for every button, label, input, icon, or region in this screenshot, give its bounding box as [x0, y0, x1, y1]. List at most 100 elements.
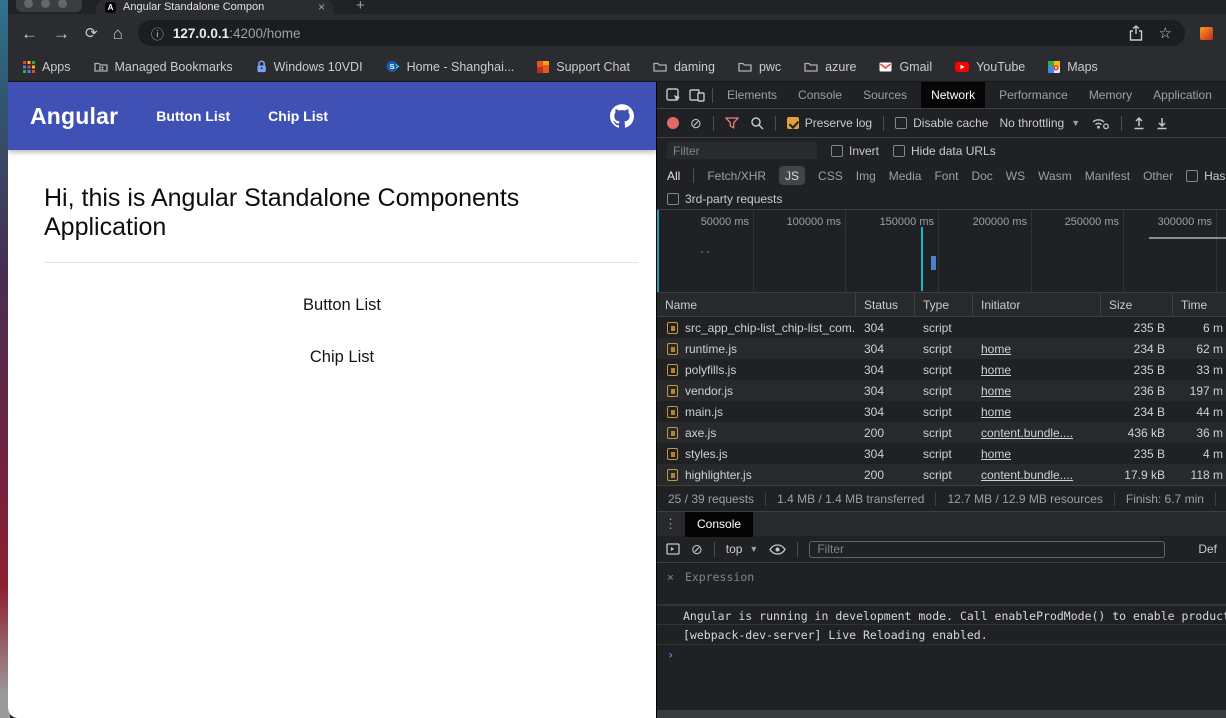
checkbox-icon[interactable]	[895, 117, 907, 129]
table-header[interactable]: Name Status Type Initiator Size Time	[657, 293, 1226, 317]
tab-elements[interactable]: Elements	[720, 82, 784, 108]
bookmark-maps[interactable]: Maps	[1048, 60, 1098, 74]
device-toolbar-icon[interactable]	[689, 88, 705, 102]
checkbox-icon[interactable]	[893, 145, 905, 157]
request-name[interactable]: src_app_chip-list_chip-list_com...	[657, 321, 856, 335]
expression-placeholder[interactable]: Expression	[685, 570, 754, 584]
request-initiator[interactable]: content.bundle....	[981, 426, 1073, 440]
request-name[interactable]: runtime.js	[657, 342, 856, 356]
type-filter-xhr[interactable]: Fetch/XHR	[707, 169, 766, 183]
export-har-icon[interactable]	[1156, 116, 1168, 130]
clear-icon[interactable]: ⊘	[690, 116, 702, 130]
network-filter-input[interactable]	[667, 142, 817, 159]
home-icon[interactable]: ⌂	[113, 25, 123, 42]
inspect-element-icon[interactable]	[666, 88, 682, 103]
network-timeline[interactable]: 50000 ms 100000 ms 150000 ms 200000 ms 2…	[657, 210, 1226, 293]
github-link[interactable]	[610, 104, 634, 128]
has-blocked-cookies-checkbox[interactable]: Has blocked c	[1186, 169, 1226, 183]
column-initiator[interactable]: Initiator	[973, 293, 1101, 316]
bookmark-folder-azure[interactable]: azure	[804, 60, 856, 74]
table-row[interactable]: runtime.js 304 script home 234 B 62 m	[657, 338, 1226, 359]
hide-data-urls-checkbox[interactable]: Hide data URLs	[893, 144, 996, 158]
console-sidebar-icon[interactable]	[666, 543, 680, 555]
bookmark-folder-pwc[interactable]: pwc	[738, 60, 781, 74]
bookmark-managed[interactable]: Managed Bookmarks	[94, 60, 233, 74]
minimize-window-button[interactable]	[41, 0, 50, 8]
drawer-tab-console[interactable]: Console	[685, 512, 753, 537]
request-initiator[interactable]: home	[981, 384, 1011, 398]
request-initiator[interactable]: home	[981, 447, 1011, 461]
invert-checkbox[interactable]: Invert	[831, 144, 879, 158]
table-row[interactable]: main.js 304 script home 234 B 44 m	[657, 401, 1226, 422]
checkbox-icon[interactable]	[667, 193, 679, 205]
browser-tab[interactable]: A Angular Standalone Compon ×	[96, 0, 334, 14]
type-filter-manifest[interactable]: Manifest	[1085, 169, 1130, 183]
network-conditions-icon[interactable]	[1091, 117, 1110, 130]
column-name[interactable]: Name	[657, 293, 856, 316]
tab-console[interactable]: Console	[791, 82, 849, 108]
bookmark-gmail[interactable]: Gmail	[879, 60, 932, 74]
request-initiator[interactable]: content.bundle....	[981, 468, 1073, 482]
record-icon[interactable]	[667, 117, 679, 129]
bookmark-support-chat[interactable]: Support Chat	[537, 60, 630, 74]
reload-icon[interactable]: ⟳	[85, 26, 98, 41]
site-info-icon[interactable]: ⓘ	[151, 24, 164, 43]
third-party-checkbox[interactable]: 3rd-party requests	[667, 192, 782, 206]
bookmark-home-sharepoint[interactable]: S Home - Shanghai...	[386, 60, 515, 74]
remove-expression-icon[interactable]: ×	[667, 570, 674, 584]
tab-memory[interactable]: Memory	[1082, 82, 1139, 108]
bookmark-youtube[interactable]: YouTube	[955, 60, 1025, 74]
request-name[interactable]: styles.js	[657, 447, 856, 461]
column-status[interactable]: Status	[856, 293, 915, 316]
context-select[interactable]: top ▼	[726, 542, 759, 556]
request-name[interactable]: main.js	[657, 405, 856, 419]
tab-sources[interactable]: Sources	[856, 82, 914, 108]
request-initiator[interactable]: home	[981, 342, 1011, 356]
back-icon[interactable]: ←	[21, 25, 38, 42]
request-name[interactable]: axe.js	[657, 426, 856, 440]
type-filter-media[interactable]: Media	[889, 169, 922, 183]
type-filter-all[interactable]: All	[667, 169, 680, 183]
extension-icon[interactable]	[1200, 27, 1213, 40]
request-initiator[interactable]: home	[981, 363, 1011, 377]
live-expression-row[interactable]: × Expression	[657, 563, 1226, 605]
button-list-link[interactable]: Button List	[44, 296, 640, 315]
table-row[interactable]: axe.js 200 script content.bundle.... 436…	[657, 422, 1226, 443]
console-empty-area[interactable]	[657, 665, 1226, 710]
type-filter-js-selected[interactable]: JS	[779, 166, 805, 185]
bookmark-star-icon[interactable]: ☆	[1159, 24, 1172, 42]
bookmark-folder-daming[interactable]: daming	[653, 60, 715, 74]
console-prompt[interactable]: ›	[657, 645, 1226, 665]
filter-funnel-icon[interactable]	[725, 117, 739, 130]
throttling-select[interactable]: No throttling ▼	[999, 116, 1080, 130]
tab-network[interactable]: Network	[921, 82, 985, 108]
preserve-log-checkbox[interactable]: Preserve log	[787, 116, 872, 130]
request-name[interactable]: polyfills.js	[657, 363, 856, 377]
column-type[interactable]: Type	[915, 293, 973, 316]
nav-chip-list[interactable]: Chip List	[268, 108, 328, 124]
zoom-window-button[interactable]	[58, 0, 67, 8]
type-filter-img[interactable]: Img	[856, 169, 876, 183]
request-initiator[interactable]: home	[981, 405, 1011, 419]
type-filter-other[interactable]: Other	[1143, 169, 1173, 183]
bookmark-apps[interactable]: Apps	[23, 60, 71, 74]
checkbox-icon[interactable]	[831, 145, 843, 157]
chip-list-link[interactable]: Chip List	[44, 348, 640, 367]
column-size[interactable]: Size	[1101, 293, 1173, 316]
type-filter-doc[interactable]: Doc	[971, 169, 992, 183]
request-name[interactable]: vendor.js	[657, 384, 856, 398]
address-bar[interactable]: ⓘ 127.0.0.1:4200/home ☆	[138, 20, 1185, 46]
column-time[interactable]: Time	[1173, 293, 1226, 316]
checkbox-checked-icon[interactable]	[787, 117, 799, 129]
tab-performance[interactable]: Performance	[992, 82, 1075, 108]
table-row[interactable]: vendor.js 304 script home 236 B 197 m	[657, 380, 1226, 401]
default-levels-select[interactable]: Def	[1198, 542, 1217, 556]
tab-close-icon[interactable]: ×	[318, 0, 325, 14]
nav-button-list[interactable]: Button List	[156, 108, 230, 124]
table-row[interactable]: src_app_chip-list_chip-list_com... 304 s…	[657, 317, 1226, 338]
kebab-menu-icon[interactable]: ⋮	[664, 516, 677, 532]
import-har-icon[interactable]	[1133, 116, 1145, 130]
type-filter-wasm[interactable]: Wasm	[1038, 169, 1072, 183]
close-window-button[interactable]	[24, 0, 33, 8]
clear-console-icon[interactable]: ⊘	[691, 542, 703, 556]
